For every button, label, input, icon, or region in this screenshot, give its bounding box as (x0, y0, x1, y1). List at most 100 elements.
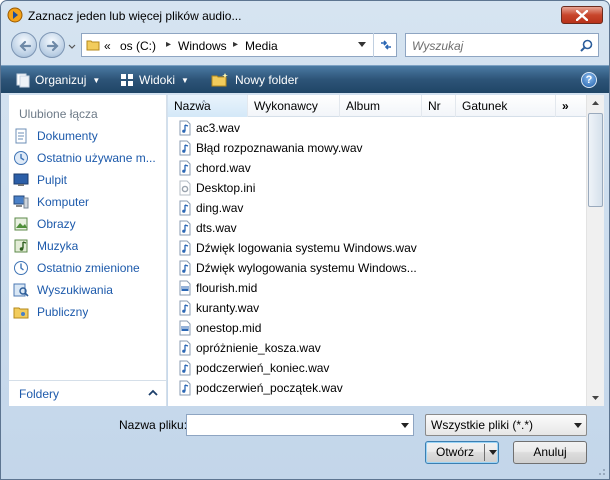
file-name: onestop.mid (196, 321, 262, 335)
resize-grip-icon[interactable] (596, 466, 606, 476)
file-row[interactable]: Dźwięk wylogowania systemu Windows... (178, 258, 417, 278)
public-folder-icon (13, 307, 29, 319)
refresh-button[interactable] (373, 33, 397, 57)
search-icon[interactable] (580, 39, 593, 52)
file-row[interactable]: opróżnienie_kosza.wav (178, 338, 321, 358)
file-name: ding.wav (196, 201, 244, 215)
file-name: Desktop.ini (196, 181, 256, 195)
settings-file-icon (179, 180, 191, 196)
nav-item-label: Pulpit (37, 173, 68, 187)
nav-item-public[interactable]: Publiczny (13, 302, 163, 322)
filename-field[interactable] (186, 414, 414, 436)
column-number[interactable]: Nr (422, 95, 456, 117)
vertical-scrollbar[interactable] (586, 95, 604, 406)
file-name: podczerwień_początek.wav (196, 381, 343, 395)
open-file-dialog: Zaznacz jeden lub więcej plików audio... (0, 0, 610, 480)
breadcrumb-separator-icon[interactable]: ▸ (166, 39, 171, 50)
nav-item-desktop[interactable]: Pulpit (13, 170, 163, 190)
column-artists[interactable]: Wykonawcy (248, 95, 340, 117)
back-button[interactable] (11, 32, 37, 58)
audio-file-icon (179, 140, 191, 156)
folders-toggle[interactable]: Foldery (9, 380, 167, 406)
organize-menu-button[interactable]: Organizuj ▼ (15, 66, 100, 94)
chevron-down-icon (574, 423, 582, 428)
filetype-value: Wszystkie pliki (*.*) (431, 418, 534, 432)
organize-icon (16, 73, 30, 88)
file-row[interactable]: chord.wav (178, 158, 251, 178)
file-name: Błąd rozpoznawania mowy.wav (196, 141, 363, 155)
address-bar[interactable]: « os (C:) ▸ Windows ▸ Media (81, 33, 397, 57)
scroll-up-icon[interactable] (587, 95, 604, 112)
file-row[interactable]: kuranty.wav (178, 298, 259, 318)
documents-icon (15, 128, 27, 144)
breadcrumb-drive[interactable]: os (C:) (120, 39, 156, 53)
file-row[interactable]: Dźwięk logowania systemu Windows.wav (178, 238, 417, 258)
caret-down-icon: ▼ (181, 75, 189, 85)
title-bar[interactable]: Zaznacz jeden lub więcej plików audio... (1, 1, 609, 29)
close-button[interactable] (561, 6, 603, 24)
audio-file-icon (179, 240, 191, 256)
forward-button[interactable] (39, 32, 65, 58)
arrow-right-icon (46, 40, 59, 52)
file-row[interactable]: onestop.mid (178, 318, 261, 338)
file-row[interactable]: ding.wav (178, 198, 243, 218)
breadcrumb-separator-icon[interactable]: ▸ (233, 39, 238, 50)
breadcrumb-media[interactable]: Media (245, 39, 278, 53)
file-row[interactable]: podczerwień_początek.wav (178, 378, 343, 398)
nav-item-pictures[interactable]: Obrazy (13, 214, 163, 234)
desktop-icon (13, 173, 29, 186)
cancel-button[interactable]: Anuluj (513, 441, 587, 464)
folders-label: Foldery (19, 387, 60, 401)
audio-file-icon (179, 200, 191, 216)
file-row[interactable]: ac3.wav (178, 118, 240, 138)
filetype-select[interactable]: Wszystkie pliki (*.*) (425, 414, 587, 436)
file-row[interactable]: Desktop.ini (178, 178, 255, 198)
file-row[interactable]: Błąd rozpoznawania mowy.wav (178, 138, 363, 158)
help-icon[interactable]: ? (581, 72, 597, 88)
nav-item-documents[interactable]: Dokumenty (13, 126, 163, 146)
file-name: ac3.wav (196, 121, 241, 135)
column-genre[interactable]: Gatunek (456, 95, 556, 117)
nav-item-label: Komputer (37, 195, 90, 209)
new-folder-button[interactable]: Nowy folder (211, 66, 298, 94)
nav-item-music[interactable]: Muzyka (13, 236, 163, 256)
file-list[interactable]: ^ Nazwa Wykonawcy Album Nr Gatunek » ac3… (168, 95, 604, 406)
recent-places-icon (14, 151, 28, 165)
chevron-down-icon[interactable] (67, 42, 77, 52)
chevron-down-icon[interactable] (401, 423, 409, 429)
caret-down-icon: ▼ (92, 75, 101, 85)
nav-item-computer[interactable]: Komputer (13, 192, 163, 212)
nav-item-recently-changed[interactable]: Ostatnio zmienione (13, 258, 163, 278)
file-row[interactable]: podczerwień_koniec.wav (178, 358, 329, 378)
file-name: opróżnienie_kosza.wav (196, 341, 321, 355)
nav-item-label: Muzyka (37, 239, 79, 253)
chevron-down-icon[interactable] (489, 450, 497, 456)
nav-item-label: Ostatnio używane m... (37, 151, 156, 165)
favorite-links-pane: Ulubione łącza Dokumenty Ostatnio używan… (9, 95, 167, 405)
chevron-down-icon[interactable] (358, 42, 366, 48)
midi-file-icon (179, 320, 191, 336)
address-overflow[interactable]: « (104, 39, 111, 53)
nav-item-recent-places[interactable]: Ostatnio używane m... (13, 148, 163, 168)
search-box[interactable]: Wyszukaj (405, 33, 599, 57)
file-name: flourish.mid (196, 281, 258, 295)
refresh-icon (381, 40, 391, 50)
open-button[interactable]: Otwórz (425, 441, 499, 464)
pictures-icon (14, 217, 28, 231)
breadcrumb-windows[interactable]: Windows (178, 39, 227, 53)
views-menu-button[interactable]: Widoki ▼ (119, 66, 189, 94)
filename-label: Nazwa pliku: (119, 418, 188, 432)
nav-item-searches[interactable]: Wyszukiwania (13, 280, 163, 300)
scroll-down-icon[interactable] (587, 389, 604, 406)
searches-icon (13, 283, 29, 297)
audio-file-icon (179, 340, 191, 356)
column-album[interactable]: Album (340, 95, 422, 117)
scrollbar-thumb[interactable] (588, 113, 603, 207)
chevron-up-icon (148, 389, 158, 396)
file-row[interactable]: flourish.mid (178, 278, 257, 298)
column-name[interactable]: ^ Nazwa (168, 95, 248, 117)
more-columns-button[interactable]: » (556, 95, 586, 117)
arrow-left-icon (19, 40, 32, 52)
file-row[interactable]: dts.wav (178, 218, 237, 238)
audio-file-icon (179, 120, 191, 136)
